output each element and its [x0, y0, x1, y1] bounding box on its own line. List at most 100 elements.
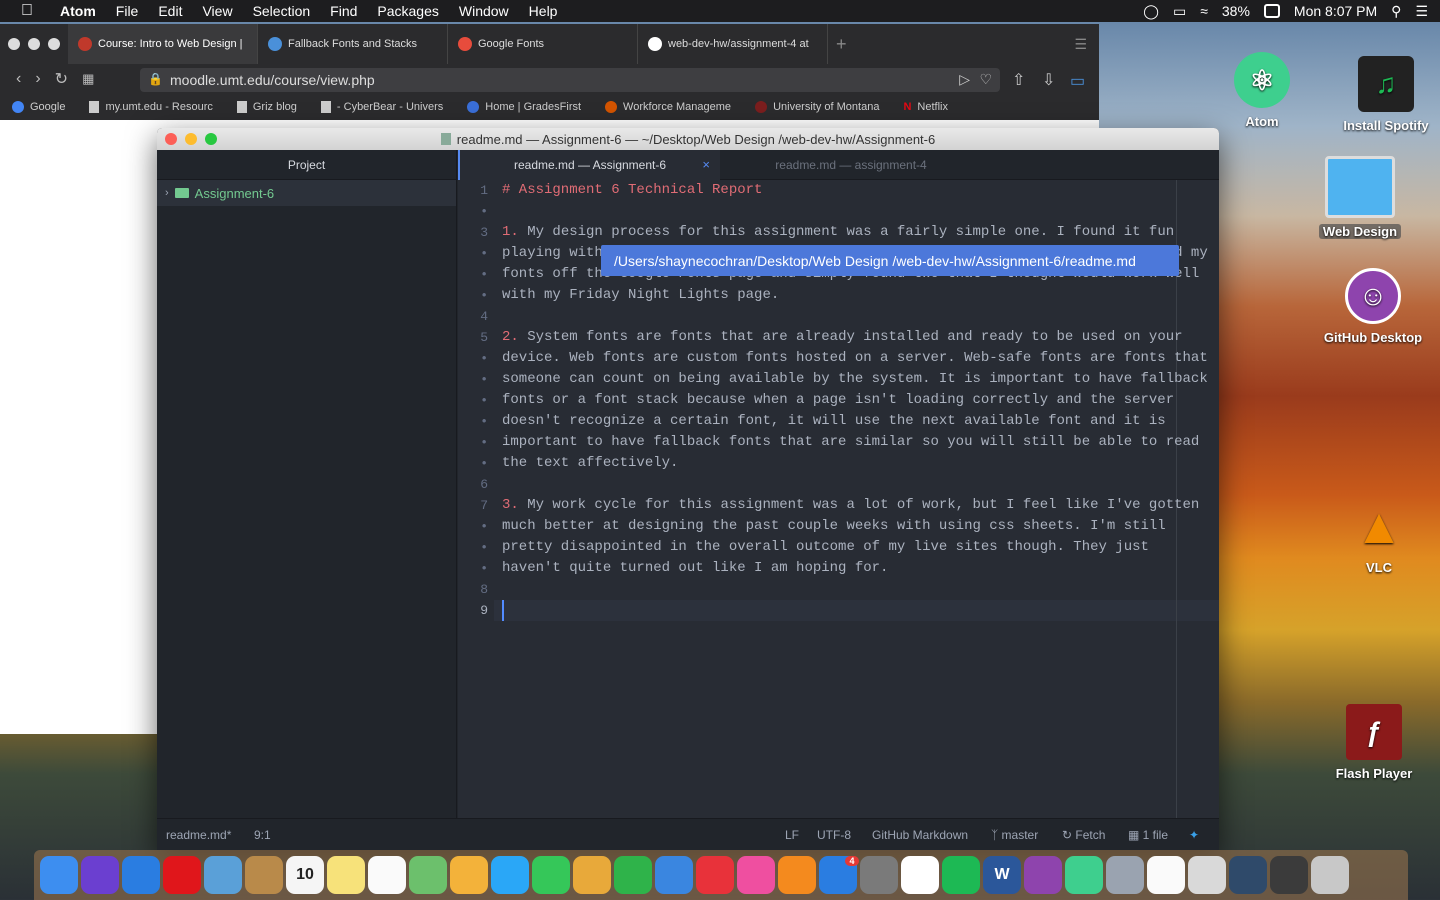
dock-reminders-icon[interactable] — [368, 856, 406, 894]
dock-contacts-icon[interactable] — [245, 856, 283, 894]
dock-image-capture-icon[interactable] — [1106, 856, 1144, 894]
bookmark-netflix[interactable]: N Netflix — [891, 101, 960, 113]
cast-icon[interactable]: ◯ — [1143, 3, 1159, 20]
browser-tab-fallback-fonts[interactable]: Fallback Fonts and Stacks — [258, 24, 448, 64]
browser-tab-google-fonts[interactable]: Google Fonts — [448, 24, 638, 64]
menu-file[interactable]: File — [106, 0, 149, 22]
tab-readme-assignment-6[interactable]: readme.md — Assignment-6 × — [458, 150, 720, 180]
browser-tab-github[interactable]: web-dev-hw/assignment-4 at — [638, 24, 828, 64]
notification-center-icon[interactable]: ☰ — [1415, 3, 1428, 20]
back-icon[interactable]: ‹ — [16, 70, 21, 88]
dock-opera-icon[interactable] — [163, 856, 201, 894]
status-grammar[interactable]: GitHub Markdown — [872, 828, 968, 842]
dock-preview-icon[interactable] — [204, 856, 242, 894]
menu-window[interactable]: Window — [449, 0, 519, 22]
dock-numbers-icon[interactable] — [614, 856, 652, 894]
status-line-ending[interactable]: LF — [785, 828, 799, 842]
dock-screenshot-stack-icon[interactable] — [1229, 856, 1267, 894]
zoom-window-button[interactable] — [205, 133, 217, 145]
close-window-button[interactable] — [8, 38, 20, 50]
bookmark-gradesfirst[interactable]: Home | GradesFirst — [455, 101, 593, 113]
dock-spotify-icon[interactable] — [942, 856, 980, 894]
minimize-window-button[interactable] — [185, 133, 197, 145]
menu-selection[interactable]: Selection — [243, 0, 321, 22]
menu-packages[interactable]: Packages — [367, 0, 448, 22]
desktop-icon-atom[interactable]: ⚛ Atom — [1207, 52, 1317, 129]
dock-news-icon[interactable] — [696, 856, 734, 894]
desktop-icon-install-spotify[interactable]: ♫ Install Spotify — [1331, 56, 1440, 133]
status-file-name[interactable]: readme.md* — [166, 828, 231, 842]
airplay-icon[interactable]: ▭ — [1173, 3, 1186, 20]
battery-icon[interactable] — [1263, 4, 1280, 18]
tree-root-folder[interactable]: › Assignment-6 — [157, 180, 456, 206]
download-icon[interactable]: ⇩ — [1042, 70, 1055, 90]
dock-keynote-stand-icon[interactable] — [655, 856, 693, 894]
bookmark-umontana[interactable]: University of Montana — [743, 101, 891, 113]
dock-solitaire-icon[interactable] — [901, 856, 939, 894]
desktop-icon-web-design[interactable]: Web Design — [1305, 156, 1415, 239]
twitter-bird-icon[interactable]: ✦ — [1189, 828, 1199, 842]
dock-finder-icon[interactable] — [40, 856, 78, 894]
browser-tab-course[interactable]: Course: Intro to Web Design | — [68, 24, 258, 64]
status-encoding[interactable]: UTF-8 — [817, 828, 851, 842]
desktop-icon-vlc[interactable]: ▲ VLC — [1324, 498, 1434, 575]
chevron-right-icon[interactable]: › — [165, 187, 169, 199]
menu-find[interactable]: Find — [320, 0, 367, 22]
dock-github-desktop-icon[interactable] — [1024, 856, 1062, 894]
wifi-icon[interactable]: ≈ — [1200, 3, 1208, 19]
dock-safari-icon[interactable] — [122, 856, 160, 894]
tab-overview-icon[interactable]: ☰ — [1074, 36, 1087, 53]
tree-header[interactable]: Project — [157, 150, 456, 180]
menu-edit[interactable]: Edit — [148, 0, 192, 22]
new-tab-button[interactable]: + — [828, 34, 847, 55]
text-editor[interactable]: 1 • 3 • • • 4 5 • • • • • • 6 7 • • • 8 9 # Assignment 6 Tec… — [458, 180, 1219, 818]
dock-calendar-icon[interactable]: 10 — [286, 856, 324, 894]
dock-atom-icon[interactable] — [1065, 856, 1103, 894]
tab-readme-assignment-4[interactable]: readme.md — assignment-4 — [720, 150, 982, 180]
share-icon[interactable]: ⇧ — [1012, 70, 1025, 90]
close-tab-icon[interactable]: × — [702, 157, 710, 172]
apple-icon[interactable]:  — [16, 0, 38, 22]
bookmark-workforce[interactable]: Workforce Manageme — [593, 101, 743, 113]
close-window-button[interactable] — [165, 133, 177, 145]
dock-recent-stack-icon[interactable] — [1270, 856, 1308, 894]
dock-facetime-icon[interactable] — [532, 856, 570, 894]
dock-itunes-icon[interactable] — [737, 856, 775, 894]
dock-textedit-icon[interactable] — [1147, 856, 1185, 894]
bookmark-myumt[interactable]: my.umt.edu - Resourc — [77, 101, 224, 113]
send-icon[interactable]: ▷ — [959, 71, 970, 88]
bookmark-cyberbear[interactable]: - CyberBear - Univers — [309, 101, 455, 113]
status-fetch[interactable]: ↻ Fetch — [1062, 828, 1105, 842]
menu-help[interactable]: Help — [519, 0, 568, 22]
clock[interactable]: Mon 8:07 PM — [1294, 3, 1377, 19]
dock-photos-icon[interactable] — [450, 856, 488, 894]
battery-saver-icon[interactable]: ▭ — [1070, 71, 1085, 91]
dock-siri-icon[interactable] — [81, 856, 119, 894]
forward-icon[interactable]: › — [35, 70, 40, 88]
dock-word-icon[interactable]: W — [983, 856, 1021, 894]
dock-system-preferences-icon[interactable] — [860, 856, 898, 894]
heart-icon[interactable]: ♡ — [979, 71, 992, 88]
desktop-icon-flash-player[interactable]: ƒ Flash Player — [1319, 704, 1429, 781]
menu-app-name[interactable]: Atom — [50, 0, 106, 22]
zoom-window-button[interactable] — [48, 38, 60, 50]
status-branch[interactable]: ᛉ master — [991, 828, 1038, 842]
bookmark-google[interactable]: Google — [0, 101, 77, 113]
reload-icon[interactable]: ↻ — [55, 69, 68, 89]
spotlight-icon[interactable]: ⚲ — [1391, 3, 1401, 20]
dock-notes-icon[interactable] — [327, 856, 365, 894]
dock-books-icon[interactable] — [778, 856, 816, 894]
dock-keynote-icon[interactable] — [573, 856, 611, 894]
dock-downloads-stack-icon[interactable] — [1188, 856, 1226, 894]
address-bar[interactable]: 🔒 moodle.umt.edu/course/view.php ▷ ♡ — [140, 68, 1000, 92]
desktop-icon-github-desktop[interactable]: ☺ GitHub Desktop — [1318, 268, 1428, 345]
menu-view[interactable]: View — [192, 0, 242, 22]
minimize-window-button[interactable] — [28, 38, 40, 50]
dock-app-store-icon[interactable]: 4 — [819, 856, 859, 894]
bookmark-griz-blog[interactable]: Griz blog — [225, 101, 309, 113]
dock-maps-icon[interactable] — [409, 856, 447, 894]
dock-trash-icon[interactable] — [1311, 856, 1349, 894]
status-changed-files[interactable]: ▦ 1 file — [1128, 828, 1168, 842]
status-cursor-position[interactable]: 9:1 — [254, 828, 271, 842]
speed-dial-icon[interactable]: ▦ — [82, 71, 94, 87]
